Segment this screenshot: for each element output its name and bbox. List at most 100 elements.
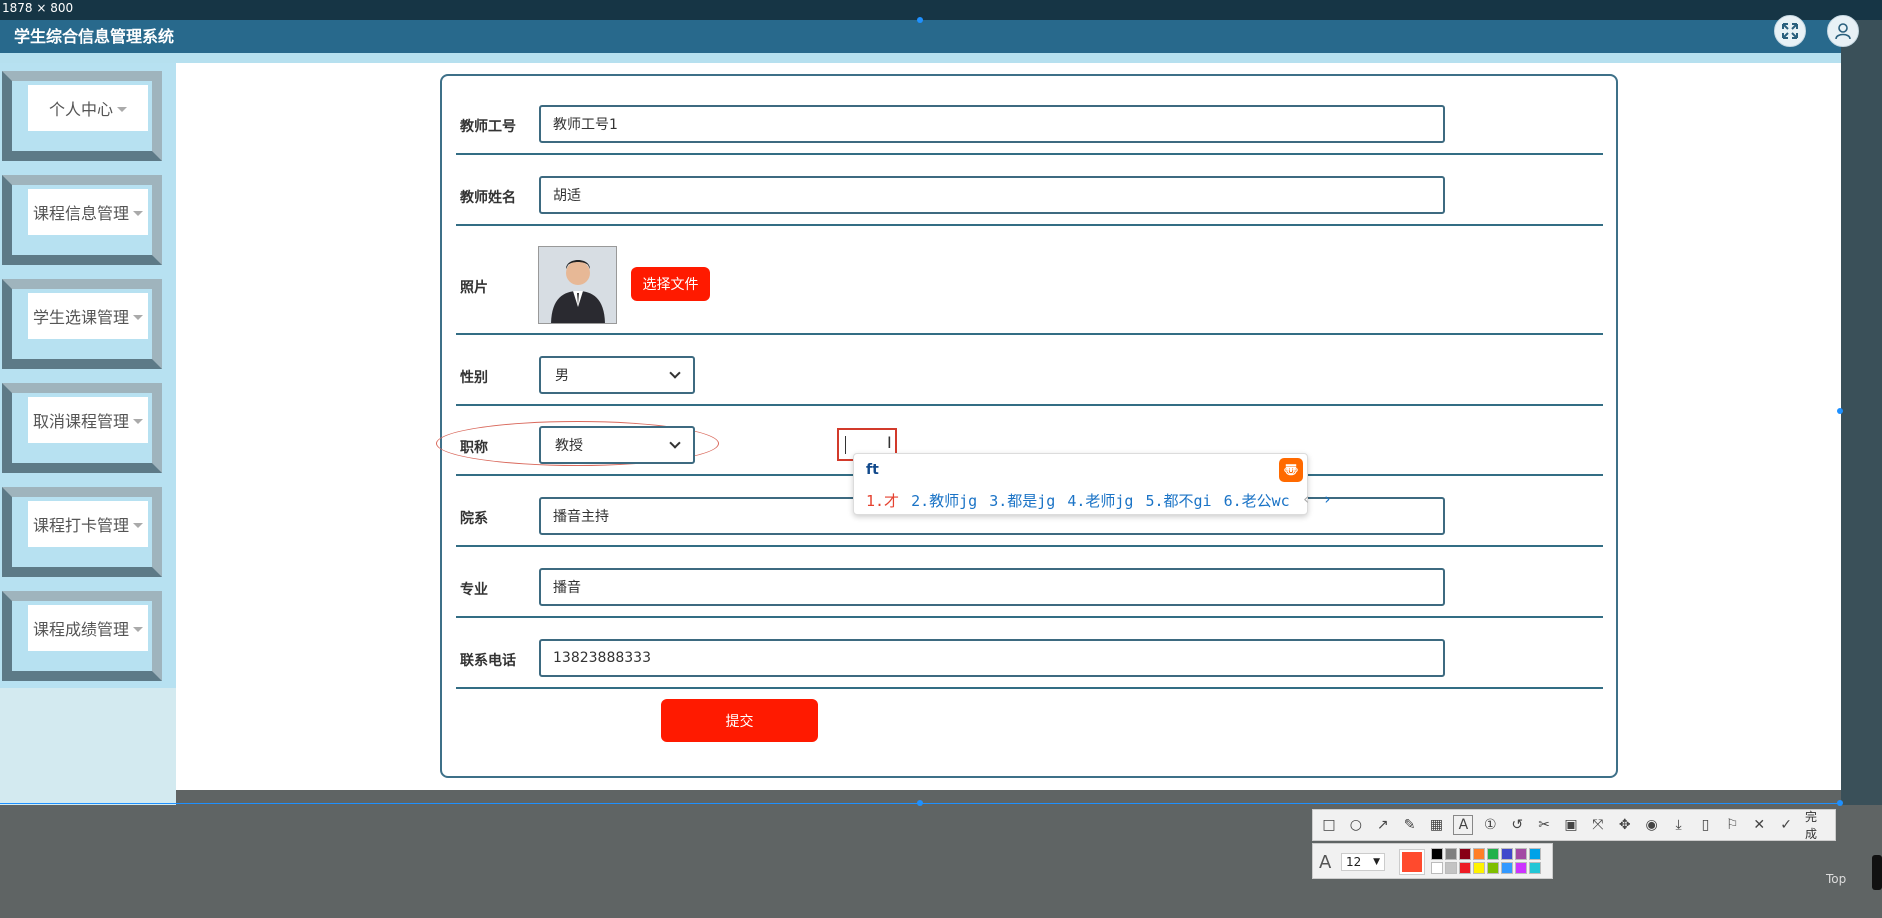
color-swatch[interactable] (1529, 848, 1541, 860)
ellipse-tool-icon[interactable]: ○ (1346, 815, 1366, 835)
selection-handle[interactable] (1837, 408, 1843, 414)
color-swatch[interactable] (1431, 862, 1443, 874)
number-tool-icon[interactable]: ① (1480, 815, 1500, 835)
done-button[interactable]: 完成 (1805, 808, 1829, 842)
teacher-name-label: 教师姓名 (460, 190, 516, 206)
color-swatch[interactable] (1487, 862, 1499, 874)
row-divider (456, 404, 1603, 406)
color-swatch[interactable] (1501, 848, 1513, 860)
sidebar-item-label: 课程打卡管理 (32, 516, 129, 535)
capture-size-label: 1878 × 800 (2, 1, 74, 15)
sidebar-item-course-info[interactable]: 课程信息管理 (2, 175, 162, 265)
color-swatch[interactable] (1459, 862, 1471, 874)
download-icon[interactable]: ⤓ (1669, 815, 1689, 835)
color-swatch[interactable] (1515, 848, 1527, 860)
mosaic-tool-icon[interactable]: ▦ (1427, 815, 1447, 835)
undo-icon[interactable]: ↺ (1507, 815, 1527, 835)
capture-right-margin (1841, 20, 1882, 805)
sidebar-item-label: 个人中心 (48, 100, 113, 119)
capture-style-bar: A 12 ▼ (1312, 843, 1553, 879)
ime-composition-text: ft (866, 462, 879, 478)
row-divider (456, 224, 1603, 226)
color-swatch[interactable] (1431, 848, 1443, 860)
ime-candidate[interactable]: 2.教师jg (911, 490, 977, 511)
color-swatch[interactable] (1473, 862, 1485, 874)
back-to-top-link[interactable]: Top (1826, 872, 1846, 886)
ime-next-page-icon[interactable]: › (1323, 490, 1332, 511)
row-divider (456, 616, 1603, 618)
sidebar-item-cancel-course[interactable]: 取消课程管理 (2, 383, 162, 473)
row-divider (456, 545, 1603, 547)
teacher-name-input[interactable]: 胡适 (539, 176, 1445, 214)
photo-label: 照片 (460, 280, 488, 296)
ime-candidate-list: 1.才 2.教师jg 3.都是jg 4.老师jg 5.都不gi 6.老公wc ‹… (866, 490, 1332, 511)
user-avatar-icon[interactable] (1827, 15, 1859, 47)
choose-file-button[interactable]: 选择文件 (631, 267, 710, 301)
title-select[interactable]: 教授 (539, 426, 695, 464)
phone-icon[interactable]: ▯ (1695, 815, 1715, 835)
color-swatch[interactable] (1529, 862, 1541, 874)
color-swatch[interactable] (1459, 848, 1471, 860)
color-swatch[interactable] (1501, 862, 1513, 874)
pencil-tool-icon[interactable]: ✎ (1400, 815, 1420, 835)
row-divider (456, 153, 1603, 155)
color-swatch[interactable] (1487, 848, 1499, 860)
color-swatch[interactable] (1445, 862, 1457, 874)
ime-candidate[interactable]: 1.才 (866, 490, 899, 511)
gender-select[interactable]: 男 (539, 356, 695, 394)
color-swatch[interactable] (1473, 848, 1485, 860)
color-swatch[interactable] (1515, 862, 1527, 874)
rectangle-tool-icon[interactable]: □ (1319, 815, 1339, 835)
sidebar-item-personal-center[interactable]: 个人中心 (2, 71, 162, 161)
sidebar-item-course-selection[interactable]: 学生选课管理 (2, 279, 162, 369)
color-palette (1431, 848, 1547, 876)
arrow-tool-icon[interactable]: ↗ (1373, 815, 1393, 835)
selection-handle[interactable] (917, 17, 923, 23)
pin-icon[interactable]: ✥ (1615, 815, 1635, 835)
text-cursor-icon: I (887, 433, 892, 452)
long-capture-icon[interactable]: ⤧ (1588, 815, 1608, 835)
teacher-id-label: 教师工号 (460, 119, 516, 135)
scissors-icon[interactable]: ✂ (1534, 815, 1554, 835)
sidebar-item-label: 学生选课管理 (32, 308, 129, 327)
close-icon[interactable]: ✕ (1749, 815, 1769, 835)
font-size-select[interactable]: 12 ▼ (1341, 853, 1385, 871)
sidebar-item-label: 课程成绩管理 (32, 620, 129, 639)
chevron-down-icon (669, 367, 681, 379)
ime-candidate[interactable]: 4.老师jg (1067, 490, 1133, 511)
current-color-swatch[interactable] (1399, 849, 1425, 875)
text-tool-icon[interactable]: A (1453, 815, 1474, 835)
title-label: 职称 (460, 440, 488, 456)
submit-button[interactable]: 提交 (661, 699, 818, 742)
header-accent-strip (0, 53, 1841, 63)
caret-down-icon (133, 314, 143, 320)
ime-candidate[interactable]: 6.老公wc (1224, 490, 1290, 511)
caret-down-icon (133, 626, 143, 632)
row-divider (456, 333, 1603, 335)
phone-label: 联系电话 (460, 653, 516, 669)
major-input[interactable]: 播音 (539, 568, 1445, 606)
gender-label: 性别 (460, 370, 488, 386)
caret-down-icon (117, 106, 127, 112)
teacher-id-input[interactable]: 教师工号1 (539, 105, 1445, 143)
ime-candidate-popup: ft 〠 1.才 2.教师jg 3.都是jg 4.老师jg 5.都不gi 6.老… (853, 453, 1332, 515)
sidebar-item-course-grades[interactable]: 课程成绩管理 (2, 591, 162, 681)
sidebar-item-course-checkin[interactable]: 课程打卡管理 (2, 487, 162, 577)
row-divider (456, 687, 1603, 689)
ocr-icon[interactable]: ▣ (1561, 815, 1581, 835)
ime-candidate[interactable]: 3.都是jg (989, 490, 1055, 511)
caret-down-icon (133, 418, 143, 424)
ime-prev-page-icon[interactable]: ‹ (1302, 490, 1311, 511)
fullscreen-icon[interactable] (1774, 15, 1806, 47)
selection-border (0, 803, 1841, 804)
app-title: 学生综合信息管理系统 (14, 27, 175, 46)
bookmark-icon[interactable]: ⚐ (1722, 815, 1742, 835)
color-swatch[interactable] (1445, 848, 1457, 860)
check-icon[interactable]: ✓ (1776, 815, 1796, 835)
phone-input[interactable]: 13823888333 (539, 639, 1445, 677)
floating-handle[interactable] (1872, 855, 1882, 890)
caret-down-icon (133, 210, 143, 216)
sidebar-item-label: 取消课程管理 (32, 412, 129, 431)
record-icon[interactable]: ◉ (1642, 815, 1662, 835)
ime-candidate[interactable]: 5.都不gi (1145, 490, 1211, 511)
